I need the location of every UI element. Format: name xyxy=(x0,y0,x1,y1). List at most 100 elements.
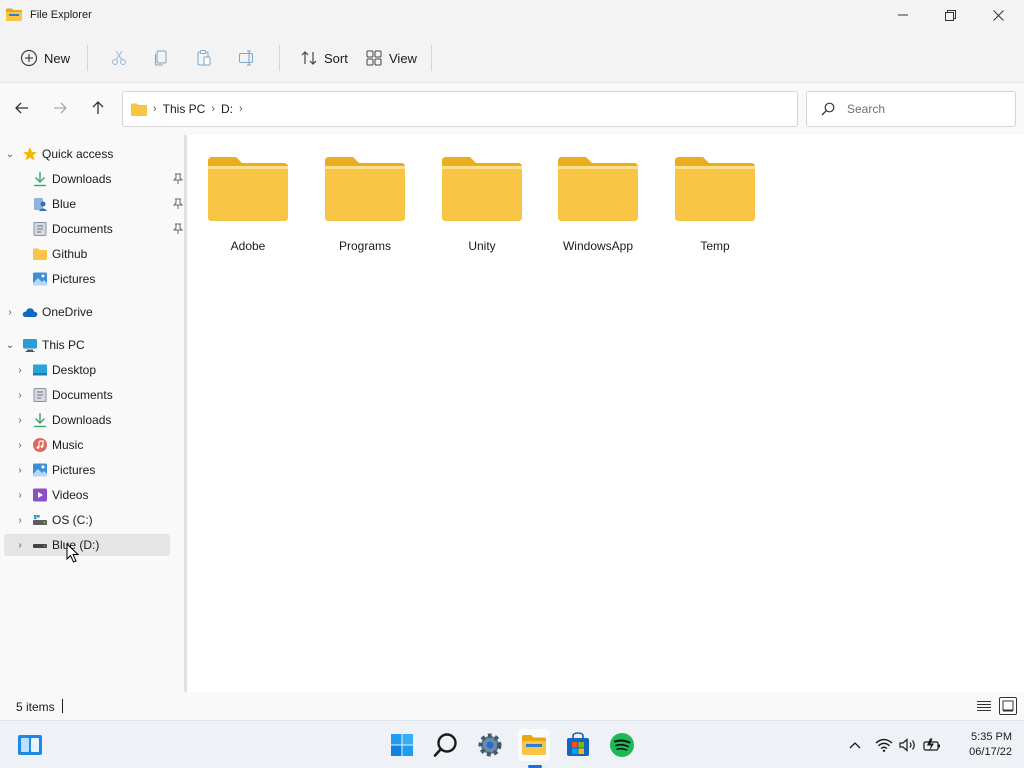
chevron-right-icon[interactable]: › xyxy=(14,390,26,401)
search-box[interactable]: Search xyxy=(806,91,1016,127)
start-button[interactable] xyxy=(386,729,418,761)
rename-icon[interactable] xyxy=(238,49,256,67)
back-button[interactable] xyxy=(12,98,32,118)
battery-button[interactable] xyxy=(922,735,942,755)
breadcrumb-drive-d[interactable]: D: xyxy=(221,102,233,116)
volume-button[interactable] xyxy=(898,735,918,755)
pin-icon[interactable] xyxy=(172,173,184,185)
toolbar-divider xyxy=(279,45,280,71)
music-icon xyxy=(33,438,47,452)
folder-item-temp[interactable]: Temp xyxy=(665,155,765,265)
chevron-right-icon[interactable]: › xyxy=(14,440,26,451)
window-title: File Explorer xyxy=(30,9,92,21)
sidebar-item-drive-d[interactable]: › Blue (D:) xyxy=(4,534,170,556)
breadcrumb-chevron-icon[interactable]: › xyxy=(239,103,243,115)
forward-button[interactable] xyxy=(50,98,70,118)
chevron-right-icon[interactable]: › xyxy=(14,490,26,501)
sidebar-item-music[interactable]: › Music xyxy=(14,434,170,456)
chevron-right-icon[interactable]: › xyxy=(14,515,26,526)
file-explorer-taskbar-button[interactable] xyxy=(518,729,550,761)
sidebar-item-onedrive[interactable]: › OneDrive xyxy=(4,301,170,323)
wifi-icon xyxy=(875,738,893,752)
download-icon xyxy=(34,172,46,187)
view-grid-icon xyxy=(366,50,382,66)
sidebar-label: Github xyxy=(52,247,88,261)
sidebar-item-github[interactable]: Github xyxy=(14,243,170,265)
pin-icon[interactable] xyxy=(172,198,184,210)
store-button[interactable] xyxy=(562,729,594,761)
tiles-view-icon xyxy=(1002,700,1014,712)
view-button[interactable]: View xyxy=(365,43,417,73)
sidebar-item-pictures-pc[interactable]: › Pictures xyxy=(14,459,170,481)
close-button[interactable] xyxy=(975,0,1021,30)
file-list: Adobe Programs Unity WindowsApp Temp xyxy=(187,135,1024,692)
documents-icon xyxy=(33,222,47,236)
item-count: 5 items xyxy=(16,700,55,714)
breadcrumb-this-pc[interactable]: This PC xyxy=(163,102,206,116)
chevron-right-icon[interactable]: › xyxy=(14,415,26,426)
chevron-down-icon[interactable]: ⌄ xyxy=(4,149,16,160)
folder-item-windowsapp[interactable]: WindowsApp xyxy=(548,155,648,265)
network-button[interactable] xyxy=(874,735,894,755)
folder-item-adobe[interactable]: Adobe xyxy=(198,155,298,265)
sidebar-item-documents[interactable]: Documents xyxy=(14,218,184,240)
clock[interactable]: 5:35 PM 06/17/22 xyxy=(952,730,1012,760)
minimize-button[interactable] xyxy=(880,0,926,30)
folder-icon xyxy=(208,157,288,221)
cut-icon[interactable] xyxy=(110,49,128,67)
command-bar: New Sort View xyxy=(0,30,1024,83)
sort-button[interactable]: Sort xyxy=(300,43,348,73)
folder-label: Adobe xyxy=(230,239,266,253)
store-icon xyxy=(567,732,589,756)
settings-button[interactable] xyxy=(474,729,506,761)
up-button[interactable] xyxy=(88,98,108,118)
sidebar-item-quick-access[interactable]: ⌄ Quick access xyxy=(4,143,170,165)
sidebar-item-blue[interactable]: Blue xyxy=(14,193,184,215)
toolbar-divider xyxy=(87,45,88,71)
sidebar-item-pictures[interactable]: Pictures xyxy=(14,268,170,290)
paste-icon[interactable] xyxy=(195,49,213,67)
title-bar: File Explorer xyxy=(0,0,1024,30)
folder-label: Unity xyxy=(468,239,496,253)
settings-icon xyxy=(478,733,502,757)
chevron-right-icon[interactable]: › xyxy=(14,365,26,376)
sort-icon xyxy=(301,51,317,65)
volume-icon xyxy=(899,738,915,752)
toolbar-divider xyxy=(431,45,432,71)
sidebar-item-downloads[interactable]: Downloads xyxy=(14,168,184,190)
folder-item-unity[interactable]: Unity xyxy=(432,155,532,265)
new-button[interactable]: New xyxy=(20,43,70,73)
sidebar-item-this-pc[interactable]: ⌄ This PC xyxy=(4,334,170,356)
folder-label: Programs xyxy=(338,239,391,253)
new-label: New xyxy=(44,50,71,66)
taskbar-search-button[interactable] xyxy=(430,729,462,761)
large-icons-view-button[interactable] xyxy=(999,697,1017,715)
address-bar[interactable]: › This PC › D: › xyxy=(122,91,798,127)
documents-icon xyxy=(33,388,47,402)
widgets-button[interactable] xyxy=(14,729,46,761)
sidebar-label: OS (C:) xyxy=(52,513,93,527)
drive-c-icon xyxy=(33,515,47,525)
copy-icon[interactable] xyxy=(152,49,170,67)
chevron-right-icon[interactable]: › xyxy=(14,465,26,476)
search-icon xyxy=(821,102,835,116)
sidebar-label: OneDrive xyxy=(42,305,93,319)
folder-item-programs[interactable]: Programs xyxy=(315,155,415,265)
breadcrumb-chevron-icon: › xyxy=(153,103,157,115)
chevron-right-icon[interactable]: › xyxy=(4,307,16,318)
chevron-right-icon[interactable]: › xyxy=(14,540,26,551)
sidebar-item-documents-pc[interactable]: › Documents xyxy=(14,384,170,406)
sidebar-item-videos[interactable]: › Videos xyxy=(14,484,170,506)
user-folder-icon xyxy=(34,198,47,211)
sidebar-item-desktop[interactable]: › Desktop xyxy=(14,359,170,381)
address-row: › This PC › D: › Search xyxy=(0,83,1024,135)
pin-icon[interactable] xyxy=(172,223,184,235)
sidebar-label: Videos xyxy=(52,488,89,502)
show-hidden-icons-button[interactable] xyxy=(845,735,865,755)
restore-button[interactable] xyxy=(927,0,973,30)
chevron-down-icon[interactable]: ⌄ xyxy=(4,340,16,351)
spotify-button[interactable] xyxy=(606,729,638,761)
sidebar-item-downloads-pc[interactable]: › Downloads xyxy=(14,409,170,431)
sidebar-item-drive-c[interactable]: › OS (C:) xyxy=(14,509,170,531)
details-view-button[interactable] xyxy=(975,697,993,715)
